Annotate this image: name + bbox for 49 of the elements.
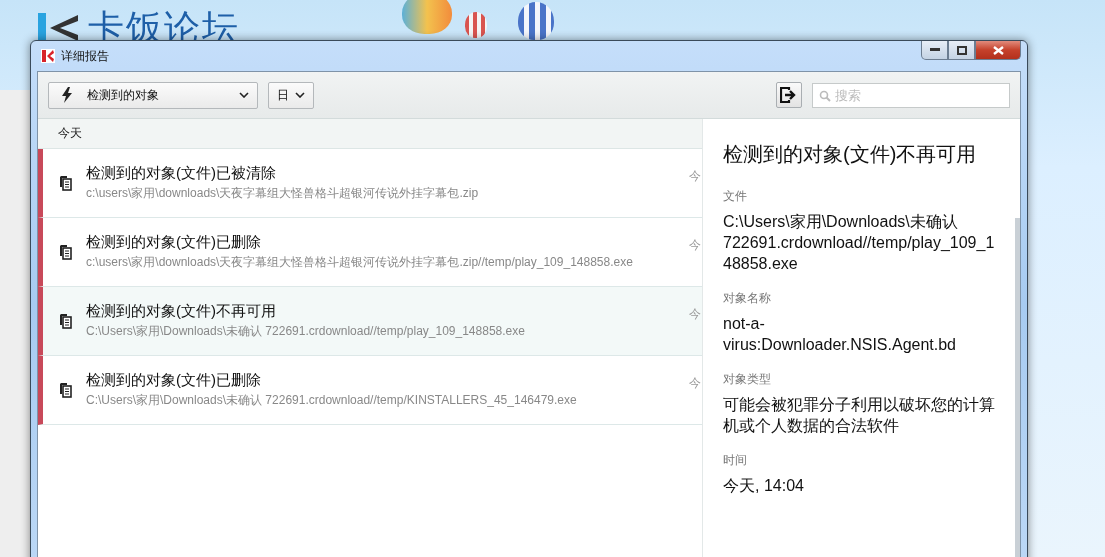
field-value: C:\Users\家用\Downloads\未确认 722691.crdownload//temp/play_109_148858.exe	[723, 212, 996, 274]
documents-icon	[58, 175, 72, 191]
field-label: 时间	[723, 452, 748, 469]
app-logo-icon	[41, 49, 55, 63]
file-path: C:\Users\家用\Downloads\未确认 722691.crdownload//temp/KINSTALLERS_45_146479.exe	[86, 392, 578, 409]
field-label: 对象名称	[723, 290, 772, 307]
search-field[interactable]: 搜索	[812, 82, 1010, 108]
lightning-icon	[61, 87, 73, 103]
field-label: 对象类型	[723, 371, 772, 388]
event-title: 检测到的对象(文件)已删除	[86, 371, 262, 390]
event-row[interactable]: 检测到的对象(文件)已删除 C:\Users\家用\Downloads\未确认 722691.crdownload//temp/KINSTALLERS_45_146479.exe 今	[38, 356, 702, 425]
event-title: 检测到的对象(文件)已删除	[86, 233, 262, 252]
event-row[interactable]: 检测到的对象(文件)已被清除 c:\users\家用\downloads\天夜字幕组大怪兽格斗超银河传说外挂字幕包.zip 今	[38, 149, 702, 218]
field-value: 可能会被犯罪分子利用以破坏您的计算机或个人数据的合法软件	[723, 395, 996, 436]
field-label: 文件	[723, 188, 748, 205]
export-icon	[780, 87, 798, 103]
file-path: C:\Users\家用\Downloads\未确认 722691.crdownload//temp/play_109_148858.exe	[86, 323, 526, 340]
event-time: 今	[689, 375, 702, 392]
documents-icon	[58, 382, 72, 398]
maximize-icon	[956, 45, 967, 55]
balloon-drawing	[465, 12, 487, 38]
export-button[interactable]	[776, 82, 802, 108]
group-label: 今天	[58, 125, 82, 142]
event-title: 检测到的对象(文件)不再可用	[86, 302, 277, 321]
filter-dropdown[interactable]: 检测到的对象	[48, 81, 258, 109]
minimize-button[interactable]	[921, 41, 948, 60]
file-path: c:\users\家用\downloads\天夜字幕组大怪兽格斗超银河传说外挂字幕包.zip	[86, 185, 480, 202]
close-icon	[992, 45, 1004, 55]
documents-icon	[58, 244, 72, 260]
documents-icon	[58, 313, 72, 329]
event-row[interactable]: 检测到的对象(文件)已删除 c:\users\家用\downloads\天夜字幕组大怪兽格斗超银河传说外挂字幕包.zip//temp/play_109_148858.exe 今	[38, 218, 702, 287]
field-value: not-a-virus:Downloader.NSIS.Agent.bd	[723, 314, 957, 355]
window-title: 详细报告	[61, 47, 109, 65]
event-title: 检测到的对象(文件)已被清除	[86, 164, 277, 183]
period-dropdown[interactable]: 日	[268, 81, 314, 109]
file-path: c:\users\家用\downloads\天夜字幕组大怪兽格斗超银河传说外挂字幕包.zip//temp/play_109_148858.exe	[86, 254, 634, 271]
event-time: 今	[689, 306, 702, 323]
caret-icon	[239, 92, 249, 98]
caret-icon	[295, 92, 305, 98]
maximize-button[interactable]	[948, 41, 975, 60]
event-row[interactable]: 检测到的对象(文件)不再可用 C:\Users\家用\Downloads\未确认 722691.crdownload//temp/play_109_148858.exe 今	[38, 287, 702, 356]
balloon-drawing	[518, 2, 554, 40]
event-time: 今	[689, 237, 702, 254]
minimize-icon	[929, 48, 940, 52]
balloon-drawing	[402, 0, 452, 34]
close-button[interactable]	[975, 41, 1021, 60]
details-title: 检测到的对象(文件)不再可用	[723, 142, 978, 167]
event-time: 今	[689, 168, 702, 185]
field-value: 今天, 14:04	[723, 476, 805, 496]
